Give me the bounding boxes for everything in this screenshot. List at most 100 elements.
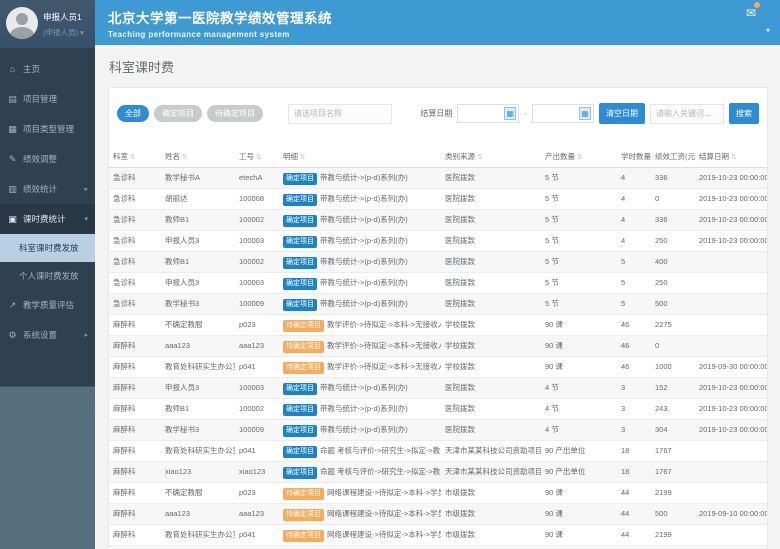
project-name-input[interactable]: [288, 104, 392, 124]
sidebar-item-project-management[interactable]: ▤ 项目管理: [0, 84, 95, 114]
cell-settle-date: [695, 293, 767, 314]
sidebar-subitem-dept-fee[interactable]: 科室课时费发放: [0, 234, 95, 262]
clear-dates-button[interactable]: 清空日期: [599, 103, 645, 124]
table-row: 麻醉科教育处科研实生办公室Ap041确定项目学生活动->继续教育->拟定->学员…: [109, 545, 767, 549]
col-source[interactable]: 类别来源⇅: [441, 146, 541, 167]
sidebar-item-performance-adjust[interactable]: ✎ 绩效调整: [0, 144, 95, 174]
cell-salary: 152: [651, 377, 695, 398]
project-status-badge: 待确定项目: [283, 362, 324, 374]
sidebar: 申报人员1 (申报人员) ▾ ⌂ 主页 ▤ 项目管理 ▦ 项目类型管理 ✎ 绩效…: [0, 0, 95, 549]
sidebar-nav: ⌂ 主页 ▤ 项目管理 ▦ 项目类型管理 ✎ 绩效调整 ▥ 绩效统计 ▸ ▣: [0, 48, 95, 350]
cell-detail: 确定项目带教与统计->(p-d)系列(办): [279, 230, 441, 251]
cell-department: 麻醉科: [109, 440, 161, 461]
sidebar-item-performance-stats[interactable]: ▥ 绩效统计 ▸: [0, 174, 95, 204]
cell-settle-date: 2019-09-30 00:00:00: [695, 356, 767, 377]
sidebar-item-project-type-management[interactable]: ▦ 项目类型管理: [0, 114, 95, 144]
date-separator: -: [524, 109, 527, 118]
detail-text: 带教与统计->(p-d)系列(办): [320, 425, 408, 434]
keyword-input[interactable]: [650, 104, 724, 124]
project-status-badge: 确定项目: [283, 467, 317, 479]
message-icon[interactable]: ✉: [746, 4, 756, 22]
col-output-quantity[interactable]: 产出数量⇅: [541, 146, 617, 167]
filter-confirmed-button[interactable]: 确定项目: [154, 105, 202, 122]
cell-department: 麻醉科: [109, 503, 161, 524]
cell-salary: 0: [651, 188, 695, 209]
cell-employee-id: p041: [235, 545, 279, 549]
table-row: 急诊科申报人员3100003确定项目带教与统计->(p-d)系列(办)医院拨款5…: [109, 272, 767, 293]
cell-department: 急诊科: [109, 251, 161, 272]
cell-hours: 4: [617, 188, 651, 209]
cell-settle-date: [695, 251, 767, 272]
main-area: 北京大学第一医院教学绩效管理系统 Teaching performance ma…: [95, 0, 780, 549]
page-title: 科室课时费: [108, 54, 768, 87]
cell-employee-id: 100002: [235, 398, 279, 419]
cell-hours: 3: [617, 398, 651, 419]
project-status-badge: 待确定项目: [283, 509, 324, 521]
detail-text: 带教与统计->(p-d)系列(办): [320, 383, 408, 392]
date-to-input[interactable]: ▦: [532, 104, 594, 123]
table-row: 急诊科教学秘书AetechA确定项目带教与统计->(p-d)系列(办)医院拨款5…: [109, 167, 767, 188]
col-settle-date[interactable]: 结算日期⇅: [695, 146, 767, 167]
detail-text: 带教与统计->(p-d)系列(办): [320, 236, 408, 245]
filter-all-button[interactable]: 全部: [117, 105, 149, 122]
cell-output-quantity: 90 课: [541, 356, 617, 377]
cell-name: 教育处科研实生办公室A: [161, 440, 235, 461]
col-name[interactable]: 姓名⇅: [161, 146, 235, 167]
sidebar-item-label: 教学质量评估: [23, 299, 74, 311]
cell-settle-date: 2019-09-10 00:00:00: [695, 503, 767, 524]
detail-text: 教学评价->待拟定->本科->无接收人: [327, 320, 441, 329]
cell-detail: 待确定项目教学评价->待拟定->本科->无接收人: [279, 335, 441, 356]
user-name: 申报人员1: [43, 11, 84, 23]
date-from-input[interactable]: ▦: [457, 104, 519, 123]
col-salary[interactable]: 绩效工资(元)⇅: [651, 146, 695, 167]
table-row: 麻醉科不确定教服p023待确定项目网络课程建设->待拟定->本科->学员市级拨款…: [109, 482, 767, 503]
col-employee-id[interactable]: 工号⇅: [235, 146, 279, 167]
cell-detail: 待确定项目教学评价->待拟定->本科->无接收人: [279, 356, 441, 377]
project-status-badge: 确定项目: [283, 278, 317, 290]
project-status-badge: 待确定项目: [283, 320, 324, 332]
sort-icon: ⇅: [300, 154, 306, 161]
calendar-icon: ▦: [579, 107, 591, 120]
col-detail[interactable]: 明细⇅: [279, 146, 441, 167]
detail-text: 教学评价->待拟定->本科->无接收人: [327, 362, 441, 371]
sidebar-item-teaching-quality[interactable]: ↗ 教学质量评估: [0, 290, 95, 320]
sidebar-subitem-personal-fee[interactable]: 个人课时费发放: [0, 262, 95, 290]
cell-salary: 1767: [651, 461, 695, 482]
avatar[interactable]: [6, 7, 38, 39]
col-department[interactable]: 科室⇅: [109, 146, 161, 167]
cell-detail: 确定项目带教与统计->(p-d)系列(办): [279, 272, 441, 293]
cell-hours: 5: [617, 251, 651, 272]
detail-text: 教学评价->待拟定->本科->无接收人: [327, 341, 441, 350]
user-role-dropdown[interactable]: (申报人员) ▾: [43, 27, 84, 38]
cell-detail: 确定项目带教与统计->(p-d)系列(办): [279, 398, 441, 419]
sidebar-item-fee-stats[interactable]: ▣ 课时费统计 ▾: [0, 204, 95, 234]
results-table: 科室⇅ 姓名⇅ 工号⇅ 明细⇅ 类别来源⇅ 产出数量⇅ 学时数量⇅ 绩效工资(元…: [109, 146, 767, 549]
cell-salary: 304: [651, 419, 695, 440]
chevron-down-icon[interactable]: ▾: [766, 26, 770, 35]
search-button[interactable]: 搜索: [729, 103, 759, 124]
cell-detail: 确定项目带教与统计->(p-d)系列(办): [279, 167, 441, 188]
app-subtitle: Teaching performance management system: [108, 30, 768, 39]
cell-settle-date: 2019-10-23 00:00:00: [695, 188, 767, 209]
cell-department: 麻醉科: [109, 545, 161, 549]
sidebar-item-home[interactable]: ⌂ 主页: [0, 54, 95, 84]
sidebar-item-label: 项目类型管理: [23, 123, 74, 135]
cell-detail: 确定项目带教与统计->(p-d)系列(办): [279, 209, 441, 230]
cell-source: 医院拨款: [441, 419, 541, 440]
cell-employee-id: p041: [235, 524, 279, 545]
cell-department: 麻醉科: [109, 461, 161, 482]
cell-settle-date: 2019-10-23 00:00:00: [695, 398, 767, 419]
cell-detail: 确定项目命题 考核与评价->研究生->拟定->教师: [279, 440, 441, 461]
col-hours[interactable]: 学时数量⇅: [617, 146, 651, 167]
cell-department: 急诊科: [109, 230, 161, 251]
table-row: 麻醉科教育处科研实生办公室Ap041确定项目命题 考核与评价->研究生->拟定-…: [109, 440, 767, 461]
cell-salary: 2199: [651, 482, 695, 503]
sidebar-item-system-settings[interactable]: ⚙ 系统设置 ▸: [0, 320, 95, 350]
cell-source: 市级拨款: [441, 482, 541, 503]
cell-hours: 18: [617, 440, 651, 461]
cell-department: 急诊科: [109, 209, 161, 230]
cell-settle-date: [695, 545, 767, 549]
cell-department: 麻醉科: [109, 314, 161, 335]
filter-pending-button[interactable]: 待确定项目: [207, 105, 263, 122]
cell-settle-date: [695, 335, 767, 356]
